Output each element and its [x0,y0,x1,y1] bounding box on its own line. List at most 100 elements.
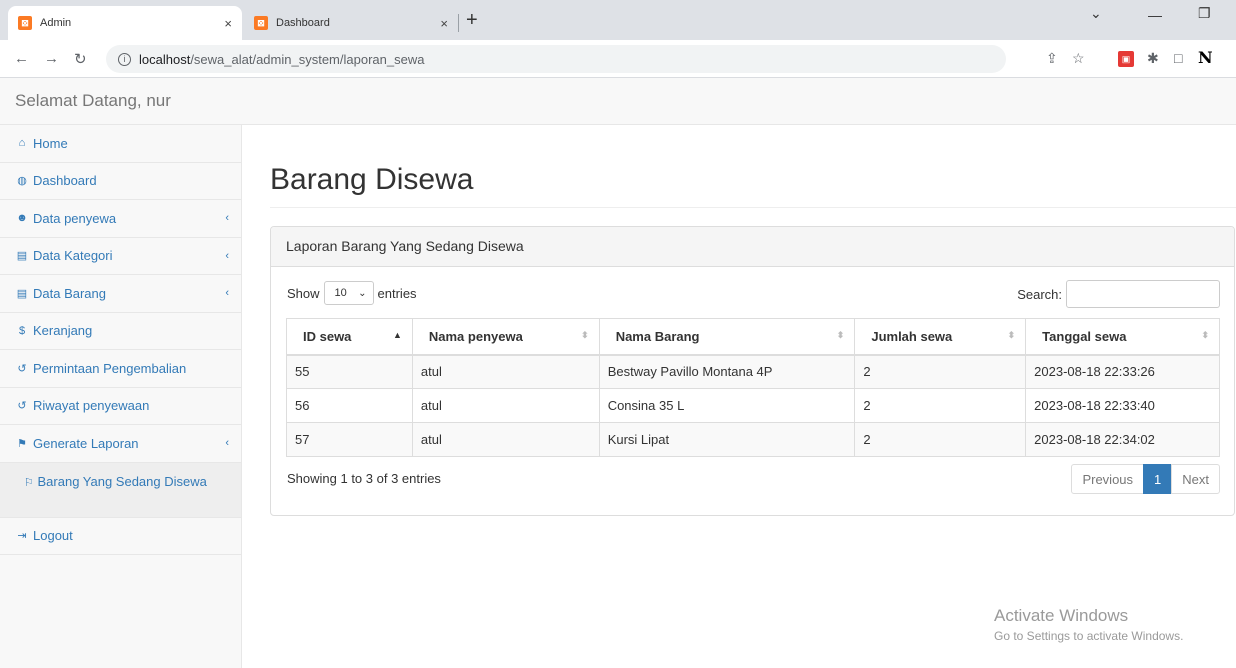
forward-icon[interactable]: → [44,50,59,67]
cell-nama-penyewa: atul [411,422,600,457]
list-icon: ▤ [16,250,28,263]
sidebar-item-keranjang[interactable]: $ Keranjang [0,313,241,350]
sidebar-item-generate-laporan[interactable]: ⚑ Generate Laporan ‹ [0,425,241,463]
cell-id-sewa: 55 [286,354,413,389]
search-label: Search: [1017,286,1062,302]
next-button[interactable]: Next [1171,464,1220,494]
star-icon[interactable]: ☆ [1072,50,1085,67]
share-icon[interactable]: ⇪ [1046,50,1058,67]
tab-title: Admin [40,17,72,29]
brand-welcome[interactable]: Selamat Datang, nur [15,91,171,111]
browser-toolbar: ← → ↻ i localhost/sewa_alat/admin_system… [0,40,1236,78]
address-bar[interactable]: i localhost/sewa_alat/admin_system/lapor… [106,45,1006,73]
sidebar-subitem-barang-disewa[interactable]: ⚐ Barang Yang Sedang Disewa [0,462,241,518]
column-header-jumlah-sewa[interactable]: Jumlah sewa ⬍ [854,318,1027,356]
cell-id-sewa: 56 [286,388,413,423]
column-header-label: Nama penyewa [428,328,523,344]
column-header-label: ID sewa [303,328,352,344]
table-header-row: ID sewa ▲ Nama penyewa ⬍ Nama Barang ⬍ Juml… [286,318,1220,356]
sidebar-item-label: Data Barang [33,285,106,301]
new-tab-button[interactable]: + [466,9,478,32]
url-path: /sewa_alat/admin_system/laporan_sewa [190,51,425,67]
cell-id-sewa: 57 [286,422,413,457]
column-header-nama-barang[interactable]: Nama Barang ⬍ [598,318,856,356]
browser-tab-bar: ⊠ Admin × ⊠ Dashboard × + ⌄ — ❐ [0,0,1236,40]
flag-icon: ⚑ [17,437,27,450]
chevron-down-icon[interactable]: ⌄ [1090,5,1102,22]
sidebar-item-label: Generate Laporan [33,435,139,451]
panel-heading: Laporan Barang Yang Sedang Disewa [271,227,1234,267]
cell-nama-barang: Bestway Pavillo Montana 4P [598,354,856,389]
sidebar-item-label: Riwayat penyewaan [33,398,150,414]
sidebar-item-data-kategori[interactable]: ▤ Data Kategori ‹ [0,238,241,275]
close-icon[interactable]: × [224,16,232,31]
puzzle-icon[interactable]: ✱ [1147,50,1159,67]
home-icon: ⌂ [18,137,26,150]
watermark-line1: Activate Windows [994,606,1129,625]
page-title: Barang Disewa [270,163,474,196]
xampp-icon: ⊠ [254,16,268,30]
column-header-label: Nama Barang [615,328,700,344]
cell-nama-barang: Kursi Lipat [598,422,856,457]
rental-table: ID sewa ▲ Nama penyewa ⬍ Nama Barang ⬍ Juml… [286,318,1220,457]
search-input[interactable] [1066,280,1220,308]
chevron-left-icon: ‹ [225,437,229,450]
undo-icon: ↺ [17,400,27,413]
column-header-tanggal-sewa[interactable]: Tanggal sewa ⬍ [1025,318,1220,356]
sidebar-item-dashboard[interactable]: ◍ Dashboard [0,163,241,200]
sort-asc-icon: ▲ [392,330,402,340]
sidebar-item-label: Dashboard [33,173,97,189]
page-1-button[interactable]: 1 [1143,464,1173,494]
cell-nama-barang: Consina 35 L [598,388,856,423]
extension-red-icon[interactable]: ▣ [1118,51,1134,67]
sidebar-item-riwayat-penyewaan[interactable]: ↺ Riwayat penyewaan [0,388,241,425]
activate-windows-watermark: Activate Windows Go to Settings to activ… [994,606,1183,643]
sidebar-item-logout[interactable]: ⇥ Logout [0,518,241,555]
users-icon: ☻ [16,212,28,225]
tab-separator [458,14,459,32]
table-row: 56 atul Consina 35 L 2 2023-08-18 22:33:… [286,388,1220,423]
dashboard-icon: ◍ [17,175,27,188]
tab-admin[interactable]: ⊠ Admin × [8,6,242,40]
tab-dashboard[interactable]: ⊠ Dashboard × [244,6,458,40]
app-navbar: Selamat Datang, nur [0,78,1236,125]
list-icon: ▤ [16,287,28,300]
back-icon[interactable]: ← [14,50,29,67]
entries-label: entries [377,285,417,301]
show-label: Show [287,285,320,301]
sidebar-item-home[interactable]: ⌂ Home [0,125,241,163]
sidebar-item-label: Home [33,135,68,151]
reload-icon[interactable]: ↻ [74,50,87,68]
column-header-id-sewa[interactable]: ID sewa ▲ [286,318,413,356]
sidebar-item-data-barang[interactable]: ▤ Data Barang ‹ [0,275,241,313]
tab-title: Dashboard [276,17,330,29]
sidebar-item-label: Logout [33,528,73,544]
close-icon[interactable]: × [440,16,448,31]
chevron-left-icon: ‹ [225,287,229,300]
profile-n-icon[interactable]: N [1198,48,1213,67]
undo-icon: ↺ [17,362,27,375]
sidebar-item-label: Data penyewa [33,210,117,226]
entries-select[interactable]: 10 ⌄ [323,281,374,305]
cell-jumlah-sewa: 2 [854,388,1027,423]
restore-icon[interactable]: ❐ [1198,5,1211,22]
cell-tanggal-sewa: 2023-08-18 22:33:26 [1025,354,1220,389]
column-header-nama-penyewa[interactable]: Nama penyewa ⬍ [411,318,600,356]
entries-value: 10 [334,287,347,299]
info-icon[interactable]: i [118,52,131,66]
minimize-icon[interactable]: — [1148,7,1162,23]
dollar-icon: $ [18,324,26,337]
table-row: 55 atul Bestway Pavillo Montana 4P 2 202… [286,354,1220,389]
column-header-label: Tanggal sewa [1042,328,1127,344]
xampp-icon: ⊠ [18,16,32,30]
sidebar-item-data-penyewa[interactable]: ☻ Data penyewa ‹ [0,200,241,238]
watermark-line2: Go to Settings to activate Windows. [994,629,1184,643]
report-panel: Laporan Barang Yang Sedang Disewa Show 1… [270,226,1235,516]
sidebar-item-label: Data Kategori [33,248,113,264]
cell-tanggal-sewa: 2023-08-18 22:34:02 [1025,422,1220,457]
sidebar-panel-icon[interactable]: □ [1174,50,1182,66]
sidebar-item-permintaan-pengembalian[interactable]: ↺ Permintaan Pengembalian [0,350,241,388]
sort-both-icon: ⬍ [1007,330,1016,340]
previous-button[interactable]: Previous [1071,464,1145,494]
sort-both-icon: ⬍ [1201,330,1209,340]
